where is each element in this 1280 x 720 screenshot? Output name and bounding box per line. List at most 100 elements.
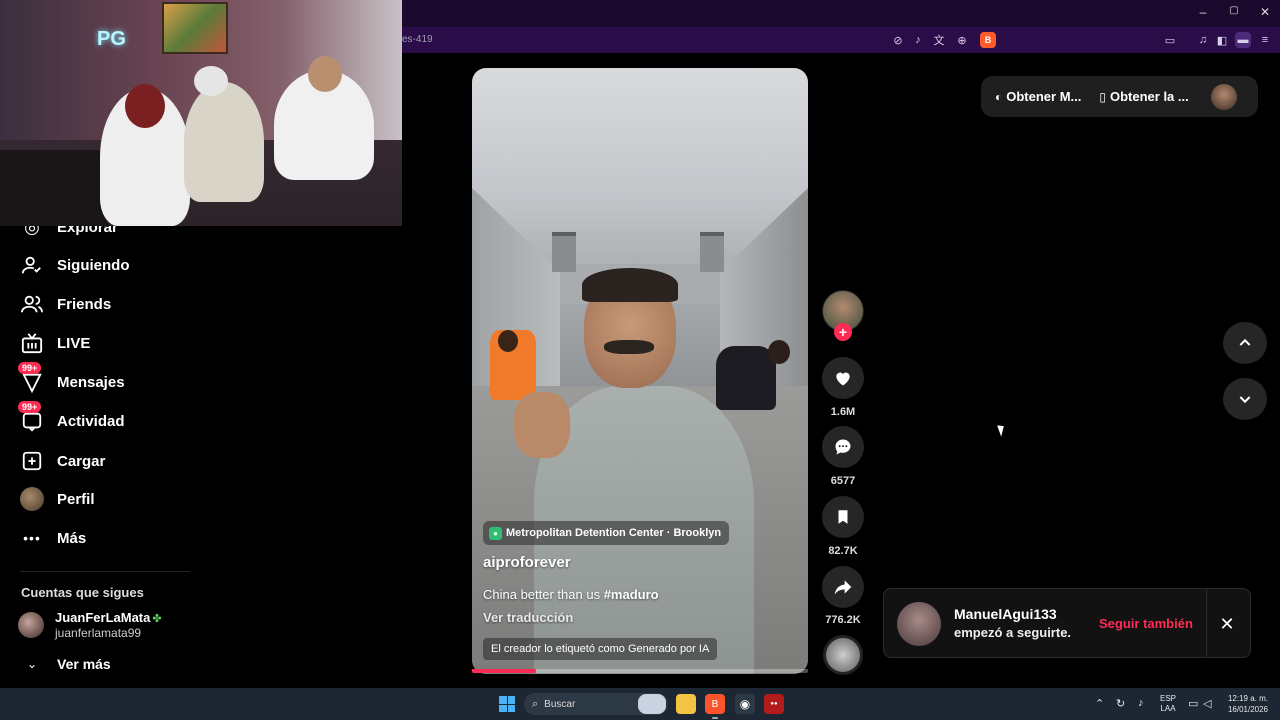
location-text: Metropolitan Detention Center · Brooklyn: [506, 527, 722, 539]
get-app-button[interactable]: ◐ Obtener M...: [995, 89, 1081, 104]
get-mobile-app-button[interactable]: ▯ Obtener la ...: [1099, 89, 1188, 104]
activity-icon: 99+: [18, 401, 44, 433]
recording-app-icon[interactable]: ●●: [764, 694, 784, 714]
network-icon[interactable]: ▭: [1188, 697, 1198, 710]
get-app-label: Obtener M...: [1006, 89, 1082, 104]
seated-woman-head: [768, 340, 790, 364]
live-tv-icon: [20, 331, 44, 355]
sidebar-item-mas[interactable]: ••• Más: [20, 523, 86, 553]
sidebar-item-siguiendo[interactable]: Siguiendo: [20, 250, 130, 280]
music-icon[interactable]: ♫: [1195, 32, 1211, 48]
streamer-head: [125, 84, 165, 128]
close-window-button[interactable]: ✕: [1250, 5, 1280, 19]
sync-icon[interactable]: ↻: [1116, 697, 1125, 710]
zoom-icon[interactable]: ⊕: [954, 32, 970, 48]
url-text[interactable]: es-419: [402, 34, 433, 45]
volume-icon[interactable]: ◁: [1203, 697, 1211, 710]
taskbar-search-label: Buscar: [544, 698, 576, 710]
language-code: ESP: [1160, 694, 1177, 703]
video-progress-fill: [472, 669, 536, 673]
microphone-icon[interactable]: ♪: [1138, 697, 1144, 709]
guest-head-2: [308, 56, 342, 92]
video-progress-bar[interactable]: [472, 669, 808, 673]
following-account-name: JuanFerLaMata: [55, 610, 151, 625]
upload-icon: [20, 449, 44, 473]
next-video-button[interactable]: [1223, 378, 1267, 420]
wallet-icon[interactable]: ▬: [1235, 32, 1251, 48]
more-icon: •••: [23, 530, 41, 546]
close-icon[interactable]: ✕: [1214, 611, 1240, 637]
previous-video-button[interactable]: [1223, 322, 1267, 364]
neon-sign-logo: PG: [97, 28, 126, 50]
no-sound-icon[interactable]: ♪: [910, 32, 926, 48]
mute-icon[interactable]: ⊘: [890, 32, 906, 48]
keyboard-layout: LAA: [1160, 704, 1176, 713]
avatar[interactable]: [897, 602, 941, 646]
user-avatar[interactable]: [1210, 83, 1237, 110]
comment-icon: [835, 439, 851, 455]
menu-icon[interactable]: ≡: [1257, 32, 1273, 48]
messages-badge: 99+: [18, 362, 42, 374]
activity-badge: 99+: [18, 401, 42, 413]
language-indicator[interactable]: ESP LAA: [1160, 694, 1176, 714]
follow-plus-button[interactable]: +: [834, 323, 852, 341]
chevron-down-icon: [1239, 396, 1251, 404]
taskbar-clock[interactable]: 12:19 a. m. 16/01/2026: [1222, 693, 1268, 715]
see-more-button[interactable]: ⌄ Ver más: [24, 656, 111, 672]
guard-tower-left: [552, 232, 576, 272]
like-count: 1.6M: [830, 406, 856, 418]
following-account-handle: juanferlamata99: [55, 626, 142, 640]
obs-icon[interactable]: ◉: [735, 694, 755, 714]
follow-back-button[interactable]: Seguir también: [1099, 616, 1193, 631]
inmate-head: [498, 330, 518, 352]
windows-start-icon[interactable]: [499, 696, 515, 712]
music-disc[interactable]: [823, 635, 863, 675]
guest-cap: [194, 66, 228, 96]
chevron-up-icon: [1239, 338, 1251, 346]
location-tag[interactable]: ● Metropolitan Detention Center · Brookl…: [483, 521, 730, 545]
translate-icon[interactable]: 文: [931, 32, 947, 48]
file-explorer-icon[interactable]: [676, 694, 696, 714]
clock-time: 12:19 a. m.: [1227, 694, 1268, 703]
comment-button[interactable]: [822, 426, 864, 468]
sidebar-item-live[interactable]: LIVE: [20, 328, 90, 358]
see-translation-link[interactable]: Ver traducción: [483, 610, 573, 625]
avatar: [18, 612, 44, 638]
save-count: 82.7K: [828, 545, 858, 557]
tray-overflow-icon[interactable]: ⌃: [1095, 697, 1104, 710]
minimize-button[interactable]: –: [1188, 5, 1218, 19]
notification-username[interactable]: ManuelAgui133: [954, 606, 1057, 622]
ai-generated-label: El creador lo etiquetó como Generado por…: [483, 638, 718, 660]
maximize-button[interactable]: ▢: [1219, 5, 1249, 16]
share-button[interactable]: [822, 566, 864, 608]
notification-message: empezó a seguirte.: [954, 625, 1072, 640]
follow-notification: ManuelAgui133 empezó a seguirte. Seguir …: [883, 588, 1251, 658]
sidebar-icon[interactable]: ◧: [1214, 32, 1230, 48]
tab-icon[interactable]: ▭: [1162, 32, 1178, 48]
desk: [0, 150, 110, 226]
profile-avatar: [20, 487, 44, 511]
sidebar-item-label: Más: [57, 529, 87, 547]
save-button[interactable]: [822, 496, 864, 538]
sidebar-item-cargar[interactable]: Cargar: [20, 446, 105, 476]
video-player[interactable]: [472, 68, 808, 674]
widgets-icon[interactable]: [638, 694, 666, 714]
caption-hashtag[interactable]: #maduro: [604, 587, 659, 602]
video-author[interactable]: aiproforever: [483, 554, 571, 571]
tiktok-coin-icon: ◐: [995, 89, 1003, 104]
brave-browser-icon[interactable]: B: [705, 694, 725, 714]
brave-shield-icon[interactable]: B: [980, 32, 996, 48]
sidebar-item-label: Mensajes: [57, 373, 125, 391]
sidebar-item-label: Friends: [57, 295, 112, 313]
sidebar-item-friends[interactable]: Friends: [20, 289, 111, 319]
sidebar-item-label: Actividad: [57, 412, 125, 430]
following-account[interactable]: JuanFerLaMata ✤ juanferlamata99: [18, 610, 162, 640]
notification-divider: [1206, 589, 1207, 657]
chevron-down-icon: ⌄: [26, 657, 38, 671]
sidebar-item-actividad[interactable]: 99+ Actividad: [18, 401, 125, 436]
sidebar-item-perfil[interactable]: Perfil: [20, 484, 95, 514]
like-button[interactable]: [822, 357, 864, 399]
messages-icon: 99+: [18, 362, 44, 394]
sidebar-item-mensajes[interactable]: 99+ Mensajes: [18, 362, 125, 397]
sidebar-item-label: Cargar: [57, 452, 106, 470]
